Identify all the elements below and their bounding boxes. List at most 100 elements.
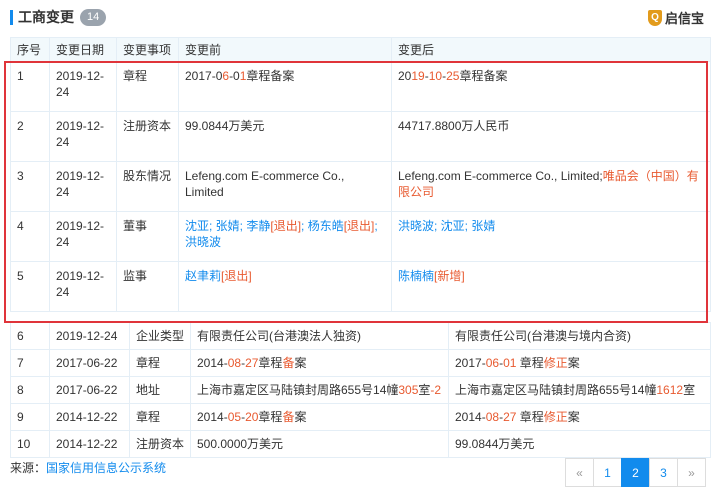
table-row: 1 2019-12-24 章程 2017-06-01章程备案 2019-10-25章程备… (10, 61, 711, 112)
cell-no: 6 (10, 322, 50, 350)
before-segment: 上海市嘉定区马陆镇封周路655号14幢 (197, 383, 399, 397)
after-segment: [新增] (434, 269, 465, 283)
before-segment: Lefeng.com E-commerce Co., Limited (185, 169, 345, 199)
page-2-button[interactable]: 2 (621, 458, 650, 487)
before-segment: 备 (282, 356, 295, 370)
after-segment: Lefeng.com E-commerce Co., Limited; (398, 169, 603, 183)
after-segment: 25 (446, 69, 460, 83)
table-row: 9 2014-12-22 章程 2014-05-20章程备案 2014-08-27 章程… (10, 403, 711, 431)
pagination: « 1 2 3 » (565, 458, 706, 487)
before-segment: 室 (418, 383, 431, 397)
cell-before: 2014-05-20章程备案 (190, 403, 449, 431)
before-segment: 99.0844万美元 (185, 119, 265, 133)
before-segment: [退出] (343, 219, 375, 233)
after-segment: 案 (567, 410, 580, 424)
before-segment: 有限责任公司(台港澳法人独资) (197, 329, 361, 343)
after-segment: 案 (567, 356, 580, 370)
before-segment[interactable]: 沈亚; 张婧; (185, 219, 246, 233)
cell-date: 2019-12-24 (49, 61, 117, 112)
table-row: 5 2019-12-24 监事 赵聿莉[退出] 陈楠楠[新增] (10, 261, 711, 312)
cell-before: 赵聿莉[退出] (178, 261, 392, 312)
after-segment: 19 (411, 69, 425, 83)
cell-before: 上海市嘉定区马陆镇封周路655号14幢305室-2 (190, 376, 449, 404)
table-header-row: 序号 变更日期 变更事项 变更前 变更后 (10, 37, 711, 62)
cell-no: 10 (10, 430, 50, 458)
source-link[interactable]: 国家信用信息公示系统 (46, 461, 166, 475)
changes-table: 序号 变更日期 变更事项 变更前 变更后 1 2019-12-24 章程 2017-0… (10, 37, 711, 312)
after-segment: 有限责任公司(台港澳与境内合资) (455, 329, 631, 343)
cell-after: 上海市嘉定区马陆镇封周路655号14幢1612室 (448, 376, 711, 404)
brand-logo: Q 启信宝 (647, 8, 704, 27)
cell-no: 1 (10, 61, 50, 112)
after-segment: 2017- (455, 356, 486, 370)
count-badge: 14 (80, 8, 107, 26)
cell-before: 2014-08-27章程备案 (190, 349, 449, 377)
before-segment: [退出] (221, 269, 252, 283)
before-segment: 2014- (197, 410, 228, 424)
cell-item: 注册资本 (129, 430, 191, 458)
after-segment: 44717.8800万人民币 (398, 119, 510, 133)
after-segment: 室 (683, 383, 696, 397)
cell-date: 2014-12-22 (49, 403, 130, 431)
cell-item: 注册资本 (116, 111, 179, 162)
cell-item: 地址 (129, 376, 191, 404)
before-segment[interactable]: 李静 (246, 219, 270, 233)
cell-date: 2019-12-24 (49, 322, 130, 350)
after-segment: 修正 (543, 356, 568, 370)
after-segment: 2014- (455, 410, 486, 424)
cell-item: 股东情况 (116, 161, 179, 212)
cell-date: 2019-12-24 (49, 261, 117, 312)
page-3-button[interactable]: 3 (649, 458, 678, 487)
before-segment: 2014- (197, 356, 228, 370)
before-segment[interactable]: 杨东皓 (308, 219, 344, 233)
next-page-button[interactable]: » (677, 458, 706, 487)
cell-after: 99.0844万美元 (448, 430, 711, 458)
cell-after: 44717.8800万人民币 (391, 111, 711, 162)
col-header-item: 变更事项 (116, 37, 179, 62)
before-segment: 05 (227, 410, 242, 424)
after-segment: 27 (503, 410, 517, 424)
col-header-date: 变更日期 (49, 37, 117, 62)
before-segment: 20 (245, 410, 259, 424)
cell-after: Lefeng.com E-commerce Co., Limited;唯品会（中… (391, 161, 711, 212)
before-segment: -2 (430, 383, 442, 397)
cell-no: 5 (10, 261, 50, 312)
before-segment[interactable]: ; (301, 219, 308, 233)
cell-after: 2017-06-01 章程修正案 (448, 349, 711, 377)
after-segment: 06 (485, 356, 500, 370)
table-row: 3 2019-12-24 股东情况 Lefeng.com E-commerce Co.… (10, 161, 711, 212)
table-row: 10 2014-12-22 注册资本 500.0000万美元 99.0844万美元 (10, 430, 711, 458)
after-segment[interactable]: 陈楠楠 (398, 269, 434, 283)
table-row: 8 2017-06-22 地址 上海市嘉定区马陆镇封周路655号14幢305室-2 上海… (10, 376, 711, 404)
cell-before: Lefeng.com E-commerce Co., Limited (178, 161, 392, 212)
before-segment: 章程备案 (246, 69, 295, 83)
before-segment: 305 (398, 383, 419, 397)
before-segment: 08 (227, 356, 242, 370)
cell-no: 4 (10, 211, 50, 262)
brand-shield-icon: Q (647, 9, 662, 26)
cell-after: 陈楠楠[新增] (391, 261, 711, 312)
table-row: 4 2019-12-24 董事 沈亚; 张婧; 李静[退出]; 杨东皓[退出]; 洪晓… (10, 211, 711, 262)
cell-item: 董事 (116, 211, 179, 262)
before-segment: 2017-0 (185, 69, 223, 83)
before-segment: 章程 (258, 410, 283, 424)
after-segment: 修正 (543, 410, 568, 424)
before-segment[interactable]: 赵聿莉 (185, 269, 221, 283)
before-segment: 案 (294, 356, 307, 370)
page-1-button[interactable]: 1 (593, 458, 622, 487)
cell-no: 3 (10, 161, 50, 212)
col-header-no: 序号 (10, 37, 50, 62)
after-segment[interactable]: 洪晓波; 沈亚; 张婧 (398, 219, 495, 233)
cell-after: 2019-10-25章程备案 (391, 61, 711, 112)
after-segment: 章程备案 (459, 69, 508, 83)
cell-before: 沈亚; 张婧; 李静[退出]; 杨东皓[退出]; 洪晓波 (178, 211, 392, 262)
cell-after: 洪晓波; 沈亚; 张婧 (391, 211, 711, 262)
cell-no: 2 (10, 111, 50, 162)
cell-date: 2019-12-24 (49, 211, 117, 262)
prev-page-button[interactable]: « (565, 458, 594, 487)
title-accent-bar (10, 9, 13, 25)
before-segment: 27 (245, 356, 259, 370)
cell-date: 2017-06-22 (49, 349, 130, 377)
before-segment: 500.0000万美元 (197, 437, 284, 451)
cell-item: 企业类型 (129, 322, 191, 350)
